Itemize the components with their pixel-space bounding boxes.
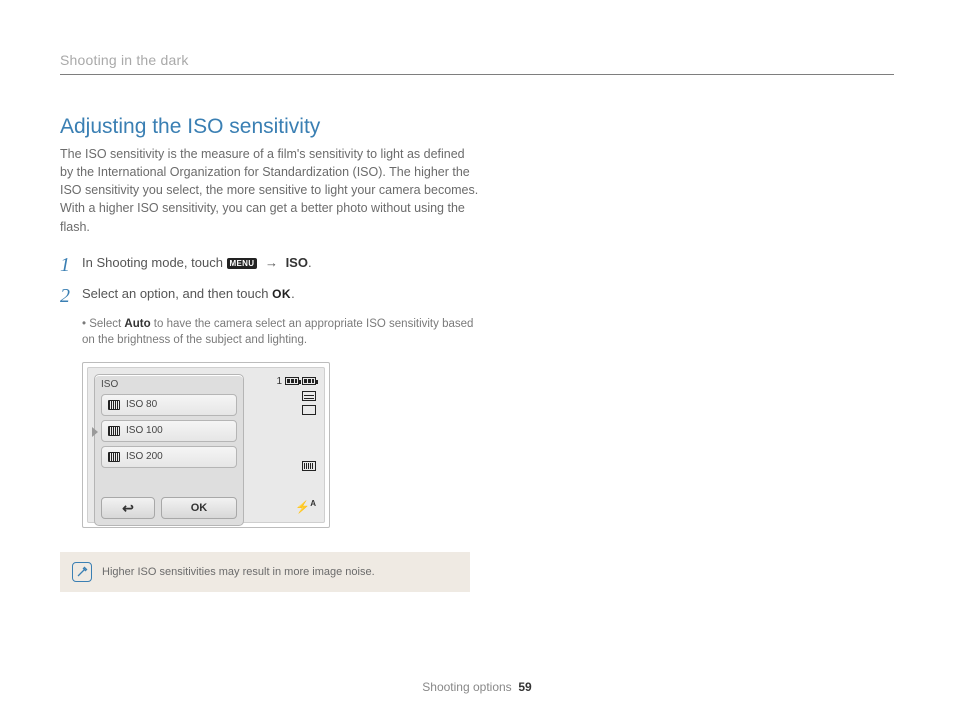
header-rule <box>60 74 894 75</box>
footer-section: Shooting options <box>422 680 511 694</box>
step-text-part: Select an option, and then touch <box>82 286 272 301</box>
lead-paragraph: The ISO sensitivity is the measure of a … <box>60 145 480 236</box>
camera-status-icons: 1 ⚡A <box>290 376 316 514</box>
menu-icon: MENU <box>227 258 258 269</box>
iso-option-100[interactable]: ISO 100 <box>101 420 237 442</box>
period: . <box>291 286 295 301</box>
period: . <box>308 255 312 270</box>
content-column: Adjusting the ISO sensitivity The ISO se… <box>60 115 480 592</box>
ok-inline-icon: OK <box>272 287 291 301</box>
quality-icon <box>302 391 316 401</box>
iso-menu-title: ISO <box>95 375 243 392</box>
camera-screenshot: ISO ISO 80 ISO 100 ISO 200 ↩ OK <box>82 362 330 528</box>
iso-option-label: ISO 80 <box>126 399 157 410</box>
iso-option-80[interactable]: ISO 80 <box>101 394 237 416</box>
iso-status-icon <box>302 461 316 471</box>
note-box: Higher ISO sensitivities may result in m… <box>60 552 470 592</box>
arrow-icon: → <box>265 254 278 272</box>
iso-option-label: ISO 200 <box>126 451 163 462</box>
iso-label: ISO <box>286 255 308 270</box>
substep: Select Auto to have the camera select an… <box>82 316 480 348</box>
camera-screen: ISO ISO 80 ISO 100 ISO 200 ↩ OK <box>87 367 325 523</box>
iso-option-200[interactable]: ISO 200 <box>101 446 237 468</box>
step-2: 2 Select an option, and then touch OK. <box>60 285 480 306</box>
step-text: In Shooting mode, touch MENU → ISO. <box>82 254 312 275</box>
step-text-part: In Shooting mode, touch <box>82 255 227 270</box>
iso-icon <box>108 452 120 462</box>
ok-button[interactable]: OK <box>161 497 237 519</box>
shot-count: 1 <box>276 376 282 387</box>
memory-icon <box>285 377 299 385</box>
step-number: 1 <box>60 254 82 275</box>
iso-menu-panel: ISO ISO 80 ISO 100 ISO 200 ↩ OK <box>94 374 244 526</box>
substep-bold: Auto <box>124 318 150 330</box>
size-icon <box>302 405 316 415</box>
iso-option-list: ISO 80 ISO 100 ISO 200 <box>95 392 243 468</box>
status-top-row: 1 <box>276 376 316 387</box>
steps-list: 1 In Shooting mode, touch MENU → ISO. 2 … <box>60 254 480 592</box>
back-button[interactable]: ↩ <box>101 497 155 519</box>
page-footer: Shooting options 59 <box>0 680 954 694</box>
page-number: 59 <box>518 680 531 694</box>
iso-icon <box>108 426 120 436</box>
section-heading: Adjusting the ISO sensitivity <box>60 115 480 139</box>
step-1: 1 In Shooting mode, touch MENU → ISO. <box>60 254 480 275</box>
step-number: 2 <box>60 285 82 306</box>
iso-option-label: ISO 100 <box>126 425 163 436</box>
step-text: Select an option, and then touch OK. <box>82 285 295 306</box>
note-icon <box>72 562 92 582</box>
note-text: Higher ISO sensitivities may result in m… <box>102 566 375 578</box>
flash-icon: ⚡A <box>295 499 316 514</box>
iso-icon <box>108 400 120 410</box>
page: Shooting in the dark Adjusting the ISO s… <box>0 0 954 720</box>
breadcrumb: Shooting in the dark <box>60 52 894 68</box>
substep-prefix: Select <box>89 318 124 330</box>
iso-menu-buttons: ↩ OK <box>101 497 237 519</box>
battery-icon <box>302 377 316 385</box>
